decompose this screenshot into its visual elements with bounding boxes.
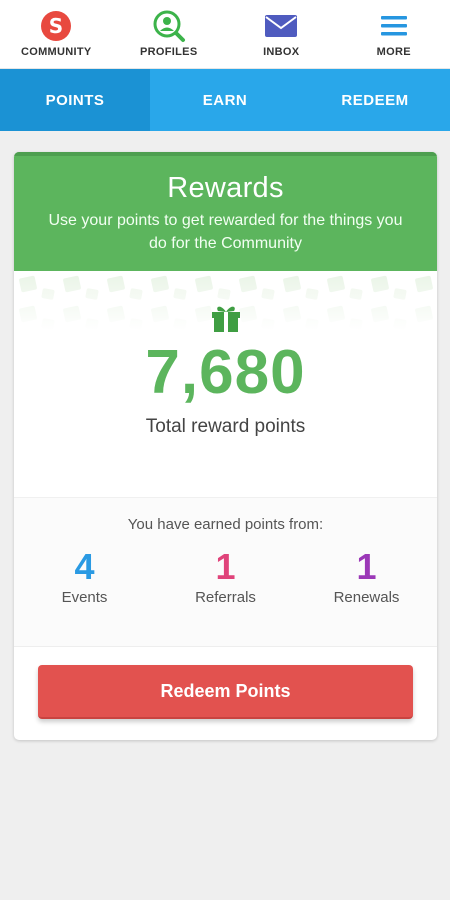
top-navigation: S COMMUNITY PROFILES INBOX MORE [0,0,450,69]
rewards-subtitle: Use your points to get rewarded for the … [48,212,403,252]
stat-renewals: 1 Renewals [296,546,437,607]
nav-inbox-label: INBOX [263,46,300,58]
nav-more[interactable]: MORE [338,0,450,68]
stat-events: 4 Events [14,546,155,607]
earned-breakdown: You have earned points from: 4 Events 1 … [14,497,437,647]
renewals-count: 1 [356,546,377,587]
nav-more-label: MORE [376,46,411,58]
nav-community-label: COMMUNITY [20,46,92,58]
earned-title: You have earned points from: [127,516,324,533]
renewals-label: Renewals [333,589,400,606]
events-label: Events [61,589,108,606]
svg-text:S: S [49,14,63,38]
profile-search-icon [152,9,186,43]
referrals-label: Referrals [195,589,256,606]
nav-profiles[interactable]: PROFILES [113,0,226,68]
gift-icon [209,303,243,338]
rewards-tabs: POINTS EARN REDEEM [0,69,450,131]
tab-points[interactable]: POINTS [0,69,150,131]
total-points-label: Total reward points [145,416,306,437]
envelope-icon [264,9,298,43]
rewards-title: Rewards [167,172,284,204]
rewards-header: Rewards Use your points to get rewarded … [14,152,437,271]
referrals-count: 1 [215,546,236,587]
community-logo-icon: S [39,9,73,43]
hamburger-menu-icon [379,9,409,43]
rewards-card: Rewards Use your points to get rewarded … [14,152,437,740]
stat-referrals: 1 Referrals [155,546,296,607]
redeem-points-button[interactable]: Redeem Points [38,665,413,719]
nav-profiles-label: PROFILES [140,46,198,58]
tab-redeem[interactable]: REDEEM [300,69,450,131]
nav-inbox[interactable]: INBOX [225,0,338,68]
total-points-value: 7,680 [145,338,306,407]
nav-community[interactable]: S COMMUNITY [0,0,113,68]
tab-earn[interactable]: EARN [150,69,300,131]
points-summary: 7,680 Total reward points [14,271,437,497]
events-count: 4 [74,546,95,587]
